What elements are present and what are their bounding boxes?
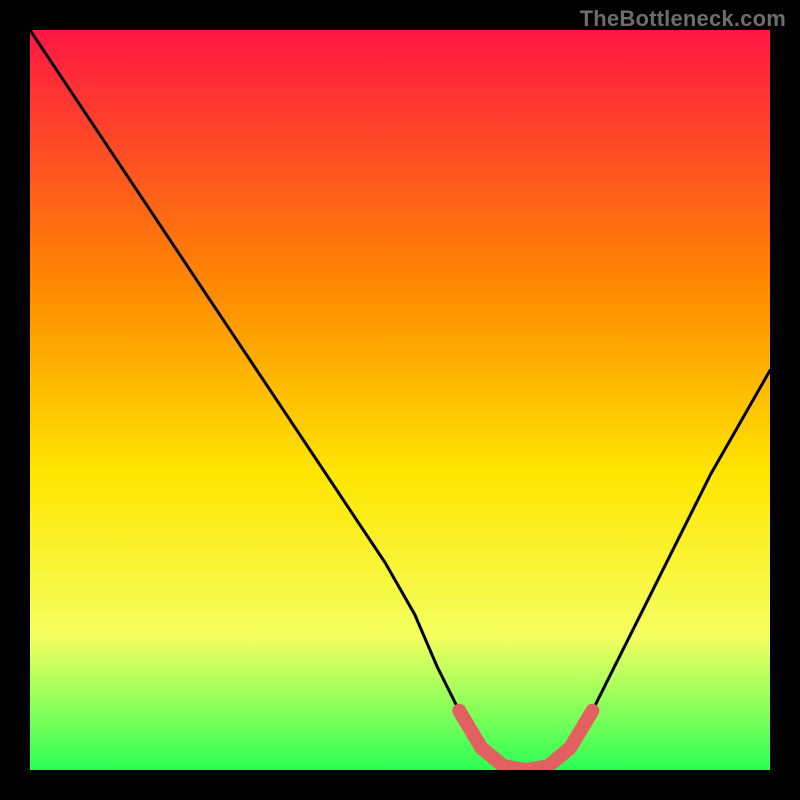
- bottleneck-chart: [30, 30, 770, 770]
- heat-background: [30, 30, 770, 770]
- chart-frame: TheBottleneck.com: [0, 0, 800, 800]
- plot-area: [30, 30, 770, 770]
- watermark-label: TheBottleneck.com: [580, 6, 786, 32]
